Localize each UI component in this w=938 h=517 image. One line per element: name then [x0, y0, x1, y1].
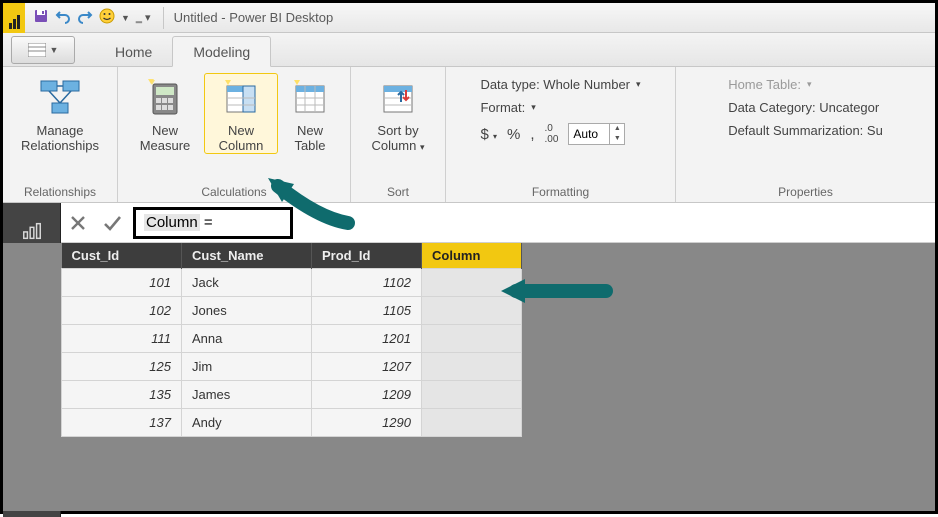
- cell-cust-id[interactable]: 102: [62, 297, 182, 325]
- cell-prod-id[interactable]: 1207: [312, 353, 422, 381]
- redo-icon[interactable]: [77, 8, 93, 27]
- title-bar: ▼ ‗ ▾ Untitled - Power BI Desktop: [3, 3, 935, 33]
- relationships-icon: [38, 76, 82, 120]
- cell-cust-name[interactable]: Jack: [182, 269, 312, 297]
- col-prod-id[interactable]: Prod_Id: [312, 243, 422, 269]
- new-measure-button[interactable]: New Measure: [128, 73, 202, 154]
- currency-button[interactable]: $ ▾: [480, 126, 497, 143]
- cell-cust-name[interactable]: Jim: [182, 353, 312, 381]
- col-cust-name[interactable]: Cust_Name: [182, 243, 312, 269]
- table-icon: [288, 76, 332, 120]
- formula-input[interactable]: Column =: [133, 207, 293, 239]
- cell-new-column[interactable]: [422, 353, 522, 381]
- formula-commit[interactable]: [95, 207, 129, 239]
- table-row[interactable]: 101Jack1102: [62, 269, 522, 297]
- new-table-button[interactable]: New Table: [280, 73, 340, 154]
- table-row[interactable]: 135James1209: [62, 381, 522, 409]
- default-summarization-dropdown[interactable]: Default Summarization: Su: [728, 123, 883, 138]
- cell-prod-id[interactable]: 1102: [312, 269, 422, 297]
- smiley-icon[interactable]: [99, 8, 115, 27]
- cell-new-column[interactable]: [422, 297, 522, 325]
- formula-bar: Column =: [61, 203, 935, 243]
- quick-access-toolbar: ▼ ‗ ▾: [25, 8, 159, 27]
- column-icon: [219, 76, 263, 120]
- sort-by-column-button[interactable]: Sort by Column ▾: [361, 73, 435, 156]
- cell-cust-id[interactable]: 135: [62, 381, 182, 409]
- cell-prod-id[interactable]: 1201: [312, 325, 422, 353]
- tab-modeling[interactable]: Modeling: [172, 36, 271, 67]
- cell-cust-name[interactable]: James: [182, 381, 312, 409]
- tab-home[interactable]: Home: [95, 37, 172, 66]
- chevron-down-icon[interactable]: ▼: [121, 13, 130, 23]
- cell-cust-id[interactable]: 125: [62, 353, 182, 381]
- cell-new-column[interactable]: [422, 325, 522, 353]
- percent-button[interactable]: %: [507, 126, 520, 143]
- sort-icon: [376, 76, 420, 120]
- group-calculations: Calculations: [201, 182, 266, 200]
- table-row[interactable]: 125Jim1207: [62, 353, 522, 381]
- qat-dropdown-icon[interactable]: ‗ ▾: [136, 11, 151, 24]
- app-icon: [3, 3, 25, 33]
- table-row[interactable]: 102Jones1105: [62, 297, 522, 325]
- col-new-column[interactable]: Column: [422, 243, 522, 269]
- cell-cust-id[interactable]: 111: [62, 325, 182, 353]
- group-sort: Sort: [387, 182, 409, 200]
- data-type-dropdown[interactable]: Data type: Whole Number ▾: [480, 77, 640, 92]
- view-switcher[interactable]: ▼: [11, 36, 75, 64]
- decimals-stepper[interactable]: ▲▼: [568, 123, 625, 145]
- measure-icon: [143, 76, 187, 120]
- window-title: Untitled - Power BI Desktop: [168, 10, 334, 25]
- cell-prod-id[interactable]: 1290: [312, 409, 422, 437]
- ribbon: Manage Relationships Relationships New M…: [3, 67, 935, 203]
- cell-cust-id[interactable]: 101: [62, 269, 182, 297]
- table-row[interactable]: 137Andy1290: [62, 409, 522, 437]
- table-row[interactable]: 111Anna1201: [62, 325, 522, 353]
- cell-new-column[interactable]: [422, 269, 522, 297]
- save-icon[interactable]: [33, 8, 49, 27]
- cell-cust-name[interactable]: Jones: [182, 297, 312, 325]
- cell-cust-name[interactable]: Anna: [182, 325, 312, 353]
- cell-prod-id[interactable]: 1105: [312, 297, 422, 325]
- cell-cust-name[interactable]: Andy: [182, 409, 312, 437]
- cell-new-column[interactable]: [422, 381, 522, 409]
- data-grid[interactable]: Cust_Id Cust_Name Prod_Id Column 101Jack…: [61, 243, 935, 511]
- cell-new-column[interactable]: [422, 409, 522, 437]
- home-table-dropdown[interactable]: Home Table: ▾: [728, 77, 883, 92]
- col-cust-id[interactable]: Cust_Id: [62, 243, 182, 269]
- ribbon-tabbar: ▼ Home Modeling: [3, 33, 935, 67]
- group-properties: Properties: [778, 182, 833, 200]
- cell-prod-id[interactable]: 1209: [312, 381, 422, 409]
- group-formatting: Formatting: [532, 182, 589, 200]
- new-column-button[interactable]: New Column: [204, 73, 278, 154]
- thousands-button[interactable]: ,: [530, 126, 534, 143]
- group-relationships: Relationships: [24, 182, 96, 200]
- decimals-icon: .0.00: [544, 123, 558, 145]
- undo-icon[interactable]: [55, 8, 71, 27]
- manage-relationships-button[interactable]: Manage Relationships: [13, 73, 107, 154]
- cell-cust-id[interactable]: 137: [62, 409, 182, 437]
- formula-cancel[interactable]: [61, 207, 95, 239]
- data-category-dropdown[interactable]: Data Category: Uncategor: [728, 100, 883, 115]
- format-dropdown[interactable]: Format: ▾: [480, 100, 640, 115]
